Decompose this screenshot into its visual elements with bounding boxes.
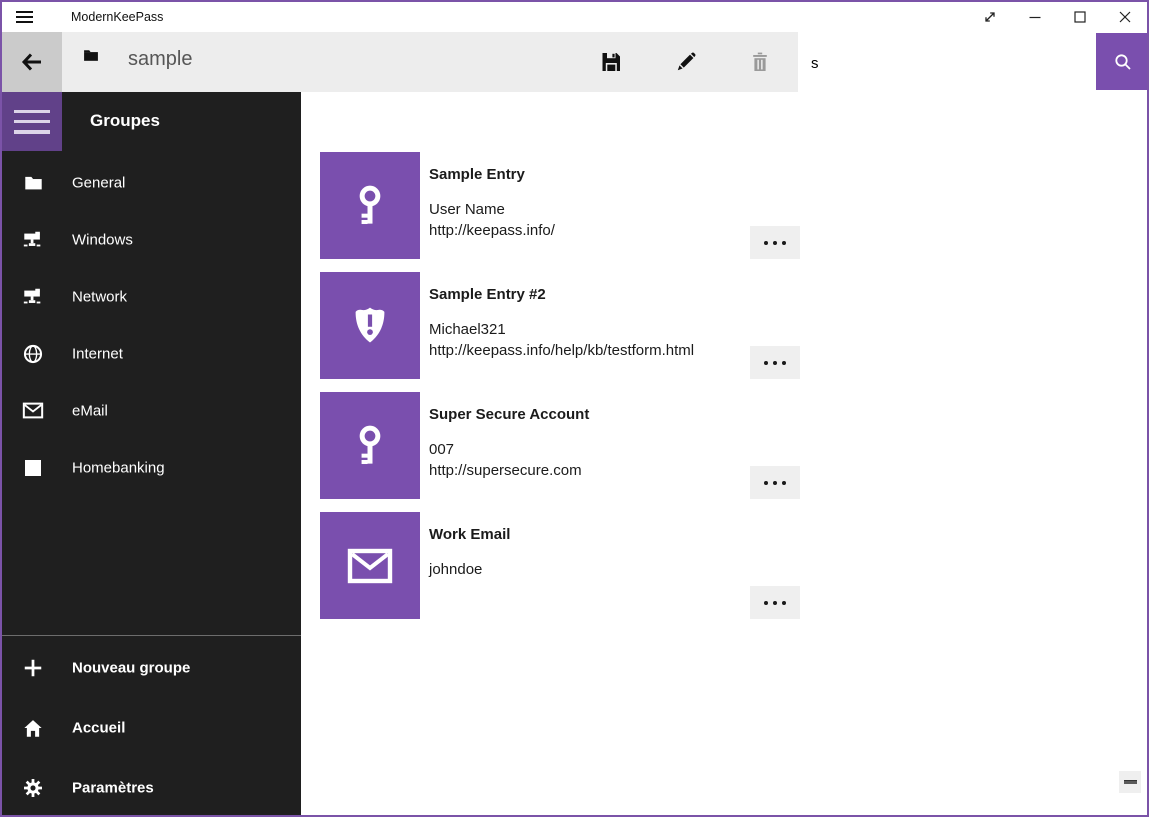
- titlebar: ModernKeePass: [2, 2, 1147, 32]
- sidebar-item-windows[interactable]: Windows: [2, 211, 301, 268]
- entry-title: Super Secure Account: [429, 406, 589, 423]
- entry-details: 007 http://supersecure.com: [429, 439, 582, 481]
- sidebar-item-label: Accueil: [72, 720, 125, 737]
- search-icon: [1111, 50, 1135, 74]
- app-window: ModernKeePass: [0, 0, 1149, 817]
- entry-username: User Name: [429, 199, 555, 220]
- entry-list: Sample Entry User Name http://keepass.in…: [301, 92, 1147, 815]
- database-name: sample: [128, 48, 192, 71]
- sidebar-item-new-group[interactable]: Nouveau groupe: [2, 638, 301, 698]
- network-computer-icon: [22, 229, 44, 251]
- close-button[interactable]: [1102, 2, 1147, 32]
- delete-button[interactable]: [738, 40, 782, 84]
- sidebar-item-label: Windows: [72, 231, 133, 248]
- key-icon: [320, 392, 420, 499]
- entry-more-button[interactable]: [750, 466, 800, 499]
- expand-icon: [978, 5, 1002, 29]
- sidebar-item-label: Internet: [72, 345, 123, 362]
- hamburger-icon: [14, 110, 50, 134]
- minus-icon: [1124, 780, 1137, 784]
- sidebar-item-label: General: [72, 174, 125, 191]
- minimize-icon: [1023, 5, 1047, 29]
- envelope-icon: [320, 512, 420, 619]
- sidebar-item-label: Nouveau groupe: [72, 660, 190, 677]
- sidebar-item-label: eMail: [72, 402, 108, 419]
- entry-title: Sample Entry #2: [429, 286, 546, 303]
- entry-row[interactable]: Sample Entry #2 Michael321 http://keepas…: [320, 272, 800, 379]
- search-input[interactable]: [798, 33, 1096, 93]
- entry-row[interactable]: Super Secure Account 007 http://supersec…: [320, 392, 800, 499]
- entry-url: http://supersecure.com: [429, 460, 582, 481]
- sidebar-item-settings[interactable]: Paramètres: [2, 758, 301, 817]
- sidebar-item-label: Homebanking: [72, 459, 165, 476]
- appbar: sample: [62, 32, 798, 92]
- sidebar: Groupes General Windows Network Internet: [2, 92, 301, 815]
- entry-details: User Name http://keepass.info/: [429, 199, 555, 241]
- entry-row[interactable]: Sample Entry User Name http://keepass.in…: [320, 152, 800, 259]
- entry-username: Michael321: [429, 319, 694, 340]
- maximize-icon: [1068, 5, 1092, 29]
- app-title: ModernKeePass: [71, 10, 163, 24]
- entry-url: http://keepass.info/: [429, 220, 555, 241]
- sidebar-item-network[interactable]: Network: [2, 268, 301, 325]
- square-icon: [22, 457, 44, 479]
- window-controls: [967, 2, 1147, 32]
- minimize-button[interactable]: [1012, 2, 1057, 32]
- folder-icon: [22, 172, 44, 194]
- home-icon: [22, 717, 44, 739]
- close-icon: [1113, 5, 1137, 29]
- entry-title: Work Email: [429, 526, 510, 543]
- sidebar-item-label: Paramètres: [72, 780, 154, 797]
- entry-title: Sample Entry: [429, 166, 525, 183]
- gear-icon: [22, 777, 44, 799]
- maximize-button[interactable]: [1057, 2, 1102, 32]
- sidebar-hamburger-button[interactable]: [2, 92, 62, 151]
- entry-more-button[interactable]: [750, 346, 800, 379]
- save-icon: [599, 50, 623, 74]
- plus-icon: [22, 657, 44, 679]
- entry-more-button[interactable]: [750, 586, 800, 619]
- entry-row[interactable]: Work Email johndoe: [320, 512, 800, 619]
- sidebar-item-home[interactable]: Accueil: [2, 698, 301, 758]
- search-box: [798, 33, 1096, 93]
- search-button[interactable]: [1096, 33, 1149, 90]
- edit-button[interactable]: [664, 40, 708, 84]
- entry-url: http://keepass.info/help/kb/testform.htm…: [429, 340, 694, 361]
- shield-icon: [320, 272, 420, 379]
- edit-pencil-icon: [674, 50, 698, 74]
- database-folder-icon: [82, 47, 100, 68]
- globe-icon: [22, 343, 44, 365]
- save-button[interactable]: [589, 40, 633, 84]
- entry-username: 007: [429, 439, 582, 460]
- hamburger-icon[interactable]: [16, 11, 33, 23]
- appbar-collapse-button[interactable]: [1119, 771, 1141, 793]
- entry-more-button[interactable]: [750, 226, 800, 259]
- sidebar-item-email[interactable]: eMail: [2, 382, 301, 439]
- key-icon: [320, 152, 420, 259]
- sidebar-separator: [2, 635, 301, 636]
- entry-details: Michael321 http://keepass.info/help/kb/t…: [429, 319, 694, 361]
- entry-details: johndoe: [429, 559, 482, 580]
- delete-trash-icon: [748, 50, 772, 74]
- back-button[interactable]: [2, 32, 62, 92]
- sidebar-item-homebanking[interactable]: Homebanking: [2, 439, 301, 496]
- sidebar-item-general[interactable]: General: [2, 154, 301, 211]
- envelope-icon: [22, 400, 44, 422]
- entry-username: johndoe: [429, 559, 482, 580]
- groups-header: Groupes: [90, 110, 160, 132]
- expand-button[interactable]: [967, 2, 1012, 32]
- network-computer-icon: [22, 286, 44, 308]
- back-arrow-icon: [16, 46, 48, 78]
- sidebar-item-label: Network: [72, 288, 127, 305]
- sidebar-item-internet[interactable]: Internet: [2, 325, 301, 382]
